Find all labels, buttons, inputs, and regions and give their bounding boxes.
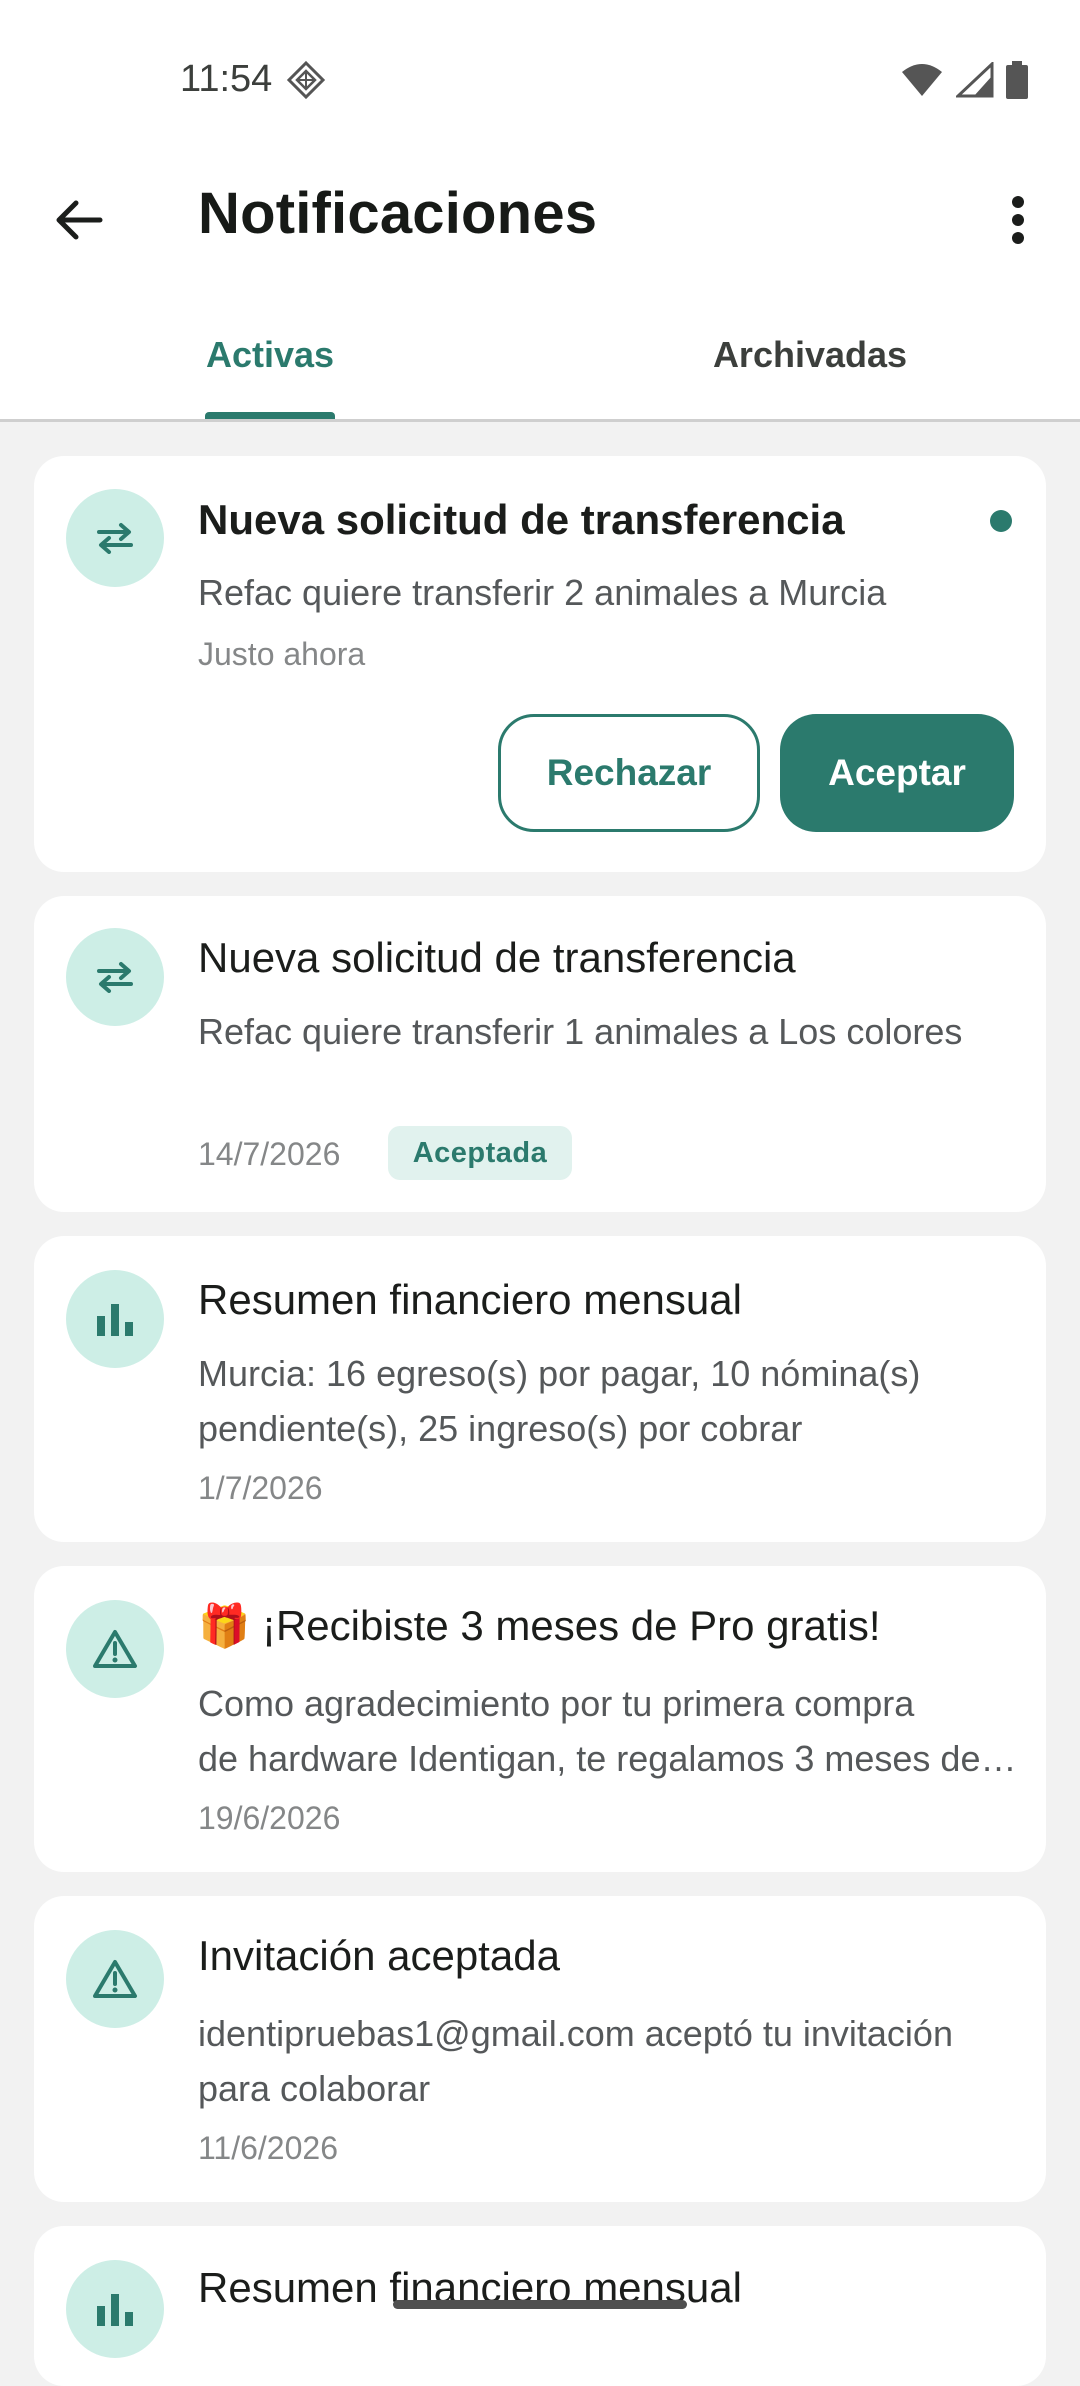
back-button[interactable]	[40, 182, 116, 258]
tab-activas[interactable]: Activas	[0, 300, 540, 420]
notification-title: Nueva solicitud de transferencia	[198, 496, 845, 543]
notification-title: 🎁 ¡Recibiste 3 meses de Pro gratis!	[198, 1602, 881, 1649]
warning-icon	[93, 1630, 137, 1668]
status-bar: 11:54	[0, 0, 1080, 160]
top-app-area: 11:54 Notificaciones Activas Archivadas	[0, 0, 1080, 422]
notification-card[interactable]: Invitación aceptada identipruebas1@gmail…	[34, 1896, 1046, 2202]
notification-icon-badge	[66, 1930, 164, 2028]
notification-title: Resumen financiero mensual	[198, 1276, 742, 1323]
status-icons	[900, 60, 1028, 104]
tab-bar: Activas Archivadas	[0, 300, 1080, 422]
notification-card[interactable]: Nueva solicitud de transferencia Refac q…	[34, 456, 1046, 872]
app-bar: Notificaciones	[0, 160, 1080, 270]
notification-body: identipruebas1@gmail.com aceptó tu invit…	[198, 2013, 953, 2109]
notification-date: 14/7/2026	[198, 1136, 341, 1172]
notification-icon-badge	[66, 1270, 164, 1368]
transfer-icon	[97, 962, 133, 993]
arrow-back-icon	[56, 200, 103, 240]
warning-icon	[93, 1960, 137, 1998]
notification-body: Murcia: 16 egreso(s) por pagar, 10 nómin…	[198, 1353, 921, 1449]
battery-icon	[1006, 60, 1028, 104]
notification-icon-badge	[66, 489, 164, 587]
notification-icon-badge	[66, 1600, 164, 1698]
accept-button[interactable]: Aceptar	[780, 714, 1014, 832]
more-options-button[interactable]	[980, 182, 1056, 258]
notification-date: 19/6/2026	[198, 1800, 341, 1836]
unread-indicator	[990, 510, 1012, 532]
notification-date: 11/6/2026	[198, 2130, 338, 2166]
status-badge: Aceptada	[388, 1126, 572, 1180]
transfer-icon	[97, 523, 133, 554]
notification-body-line: Como agradecimiento por tu primera compr…	[198, 1683, 915, 1724]
notification-date: 1/7/2026	[198, 1470, 323, 1506]
cellular-signal-icon	[954, 60, 994, 103]
notification-card[interactable]: Resumen financiero mensual Murcia: 16 eg…	[34, 1236, 1046, 1542]
status-time: 11:54	[180, 58, 273, 100]
page-title: Notificaciones	[198, 181, 598, 246]
notification-body: Refac quiere transferir 1 animales a Los…	[198, 1011, 963, 1052]
more-vert-icon	[1012, 196, 1024, 244]
tab-archivadas[interactable]: Archivadas	[540, 300, 1080, 420]
tab-label: Activas	[205, 334, 335, 375]
notification-icon-badge	[66, 928, 164, 1026]
reject-button[interactable]: Rechazar	[498, 714, 760, 832]
home-indicator[interactable]	[393, 2300, 687, 2309]
notification-body-line: de hardware Identigan, te regalamos 3 me…	[198, 1738, 1018, 1779]
wifi-icon	[900, 62, 944, 103]
notification-title: Invitación aceptada	[198, 1932, 560, 1979]
notification-card[interactable]: 🎁 ¡Recibiste 3 meses de Pro gratis! Como…	[34, 1566, 1046, 1872]
tab-label: Archivadas	[712, 334, 908, 375]
tab-indicator	[205, 412, 335, 419]
notification-date: Justo ahora	[198, 636, 366, 672]
notification-body: Refac quiere transferir 2 animales a Mur…	[198, 572, 887, 613]
bar-chart-icon	[97, 1304, 133, 1336]
notification-title: Nueva solicitud de transferencia	[198, 934, 796, 981]
notification-icon-badge	[66, 2260, 164, 2358]
notification-card[interactable]: Nueva solicitud de transferencia Refac q…	[34, 896, 1046, 1212]
bar-chart-icon	[97, 2294, 133, 2326]
vpn-indicator-icon	[286, 60, 326, 100]
